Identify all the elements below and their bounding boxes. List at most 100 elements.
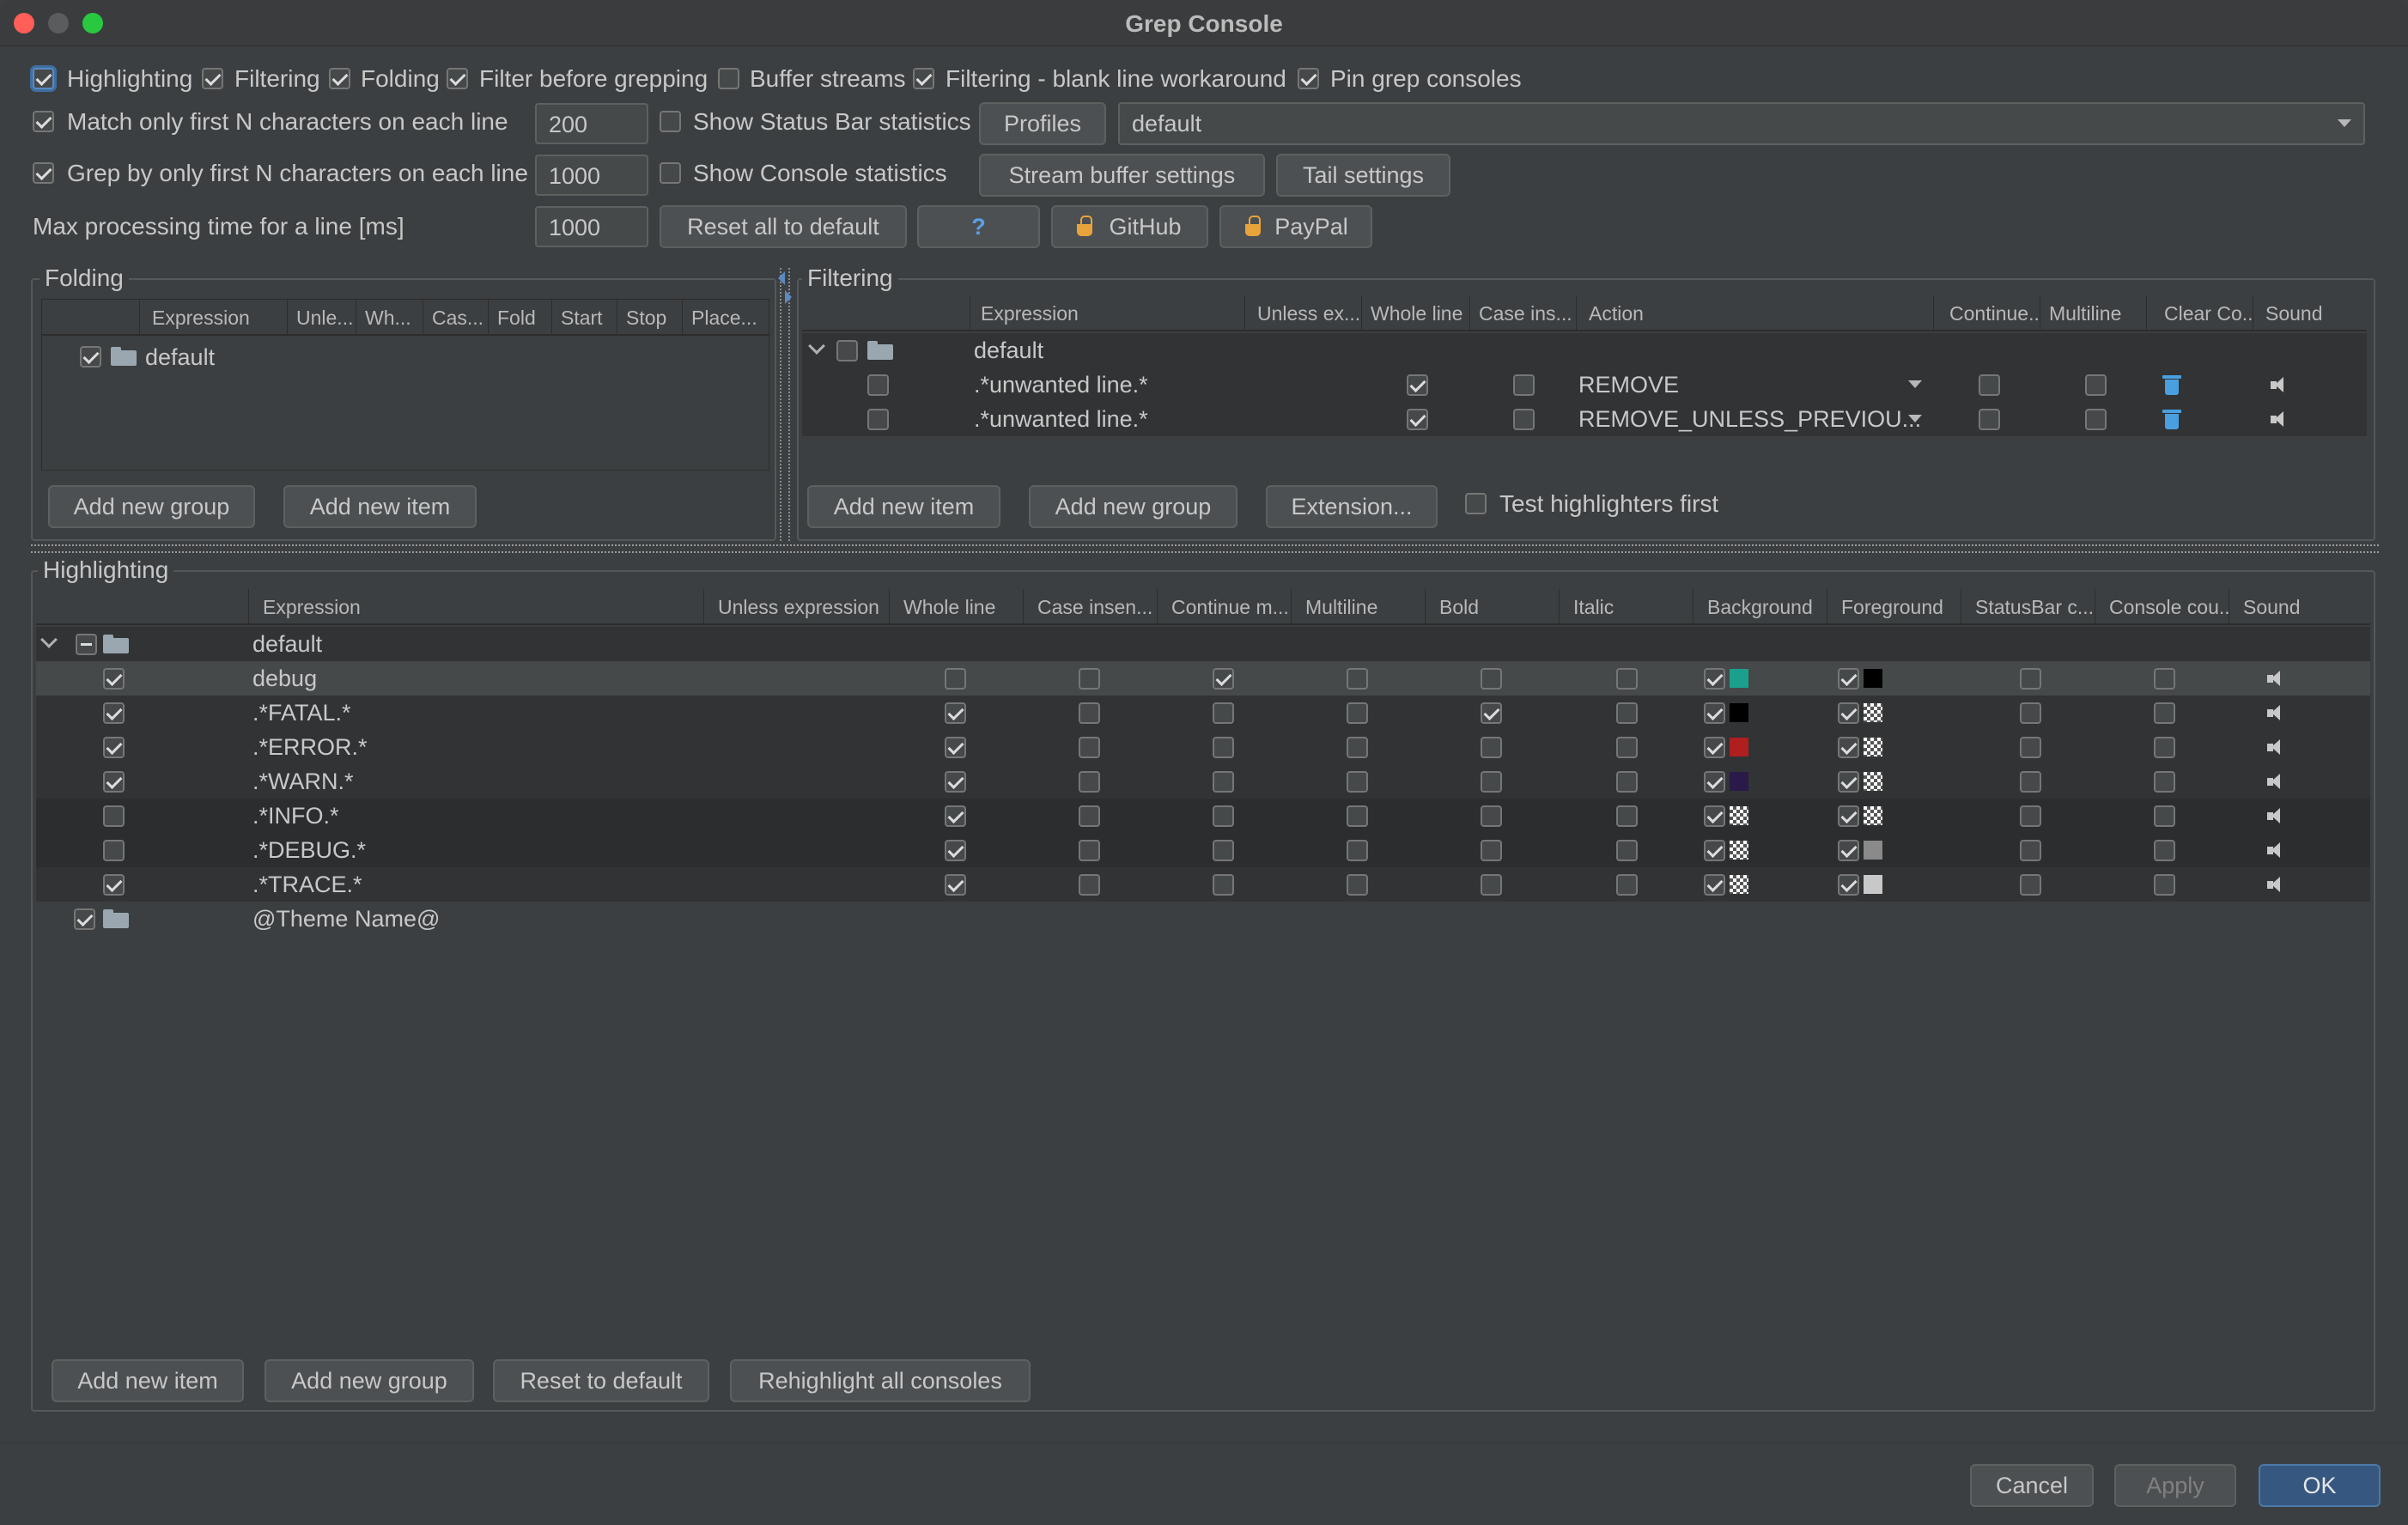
hl-row-bold-checkbox[interactable]: [1481, 702, 1502, 724]
chevron-down-icon[interactable]: [1908, 380, 1922, 388]
hl-row-case-checkbox[interactable]: [1079, 840, 1100, 861]
hl-row[interactable]: .*TRACE.*: [36, 867, 2370, 902]
filtering-checkbox[interactable]: [202, 68, 223, 89]
hl-row-console-count-checkbox[interactable]: [2154, 805, 2175, 827]
speaker-icon[interactable]: [2267, 876, 2288, 893]
hl-row-foreground-checkbox[interactable]: [1838, 668, 1859, 690]
blank-line-workaround-checkbox[interactable]: [913, 68, 934, 89]
hl-row-enabled-checkbox[interactable]: [103, 771, 125, 793]
hl-row-multiline-checkbox[interactable]: [1347, 874, 1368, 896]
hl-row-continue-checkbox[interactable]: [1213, 668, 1234, 690]
chevron-down-icon[interactable]: [40, 631, 58, 648]
highlighting-checkbox[interactable]: [33, 68, 54, 89]
hl-row-expression[interactable]: .*DEBUG.*: [252, 837, 366, 864]
hl-col-expression[interactable]: Expression: [249, 589, 704, 625]
hl-row-foreground-checkbox[interactable]: [1838, 771, 1859, 793]
buffer-streams-checkbox[interactable]: [718, 68, 739, 89]
folding-col-stop[interactable]: Stop: [617, 300, 683, 336]
trash-icon[interactable]: [2162, 408, 2181, 430]
filtering-group-checkbox[interactable]: [836, 340, 858, 362]
tail-settings-button[interactable]: Tail settings: [1276, 154, 1450, 197]
hl-row-statusbar-checkbox[interactable]: [2020, 702, 2041, 724]
test-highlighters-first-checkbox[interactable]: [1465, 493, 1487, 514]
hl-row-italic-checkbox[interactable]: [1616, 874, 1638, 896]
hl-row-whole-checkbox[interactable]: [945, 771, 966, 793]
max-processing-input[interactable]: 1000: [535, 206, 648, 247]
hl-row-bold-checkbox[interactable]: [1481, 874, 1502, 896]
hl-add-group-button[interactable]: Add new group: [265, 1359, 474, 1402]
filtering-row-whole-checkbox[interactable]: [1407, 374, 1428, 396]
match-first-n-input[interactable]: 200: [535, 103, 648, 144]
hl-row-multiline-checkbox[interactable]: [1347, 805, 1368, 827]
speaker-icon[interactable]: [2271, 410, 2291, 428]
hl-row-italic-checkbox[interactable]: [1616, 805, 1638, 827]
speaker-icon[interactable]: [2267, 704, 2288, 721]
filtering-add-item-button[interactable]: Add new item: [807, 485, 1000, 528]
match-first-n-checkbox[interactable]: [33, 111, 54, 132]
hl-col-multiline[interactable]: Multiline: [1292, 589, 1426, 625]
hl-row-console-count-checkbox[interactable]: [2154, 668, 2175, 690]
hl-row-console-count-checkbox[interactable]: [2154, 702, 2175, 724]
filtering-row-0[interactable]: .*unwanted line.* REMOVE: [802, 368, 2367, 402]
filtering-col-case[interactable]: Case ins...: [1470, 295, 1577, 331]
hl-row-enabled-checkbox[interactable]: [103, 840, 125, 861]
foreground-color-swatch[interactable]: [1864, 841, 1882, 860]
hl-row-bold-checkbox[interactable]: [1481, 840, 1502, 861]
speaker-icon[interactable]: [2267, 841, 2288, 859]
filtering-row-case-checkbox[interactable]: [1513, 409, 1535, 430]
filtering-row-enabled-checkbox[interactable]: [867, 374, 889, 396]
show-status-bar-checkbox[interactable]: [660, 111, 681, 132]
hl-row-bold-checkbox[interactable]: [1481, 668, 1502, 690]
filtering-col-unless[interactable]: Unless ex...: [1245, 295, 1362, 331]
hl-row-statusbar-checkbox[interactable]: [2020, 805, 2041, 827]
filtering-row-whole-checkbox[interactable]: [1407, 409, 1428, 430]
hl-row-case-checkbox[interactable]: [1079, 702, 1100, 724]
hl-row-expression[interactable]: .*TRACE.*: [252, 872, 362, 898]
filtering-col-whole[interactable]: Whole line: [1362, 295, 1470, 331]
hl-row-console-count-checkbox[interactable]: [2154, 771, 2175, 793]
hl-col-whole[interactable]: Whole line: [890, 589, 1024, 625]
filtering-col-expression[interactable]: Expression: [970, 295, 1245, 331]
hl-row-enabled-checkbox[interactable]: [103, 737, 125, 758]
hl-row-foreground-checkbox[interactable]: [1838, 840, 1859, 861]
folding-col-start[interactable]: Start: [552, 300, 617, 336]
hl-row-multiline-checkbox[interactable]: [1347, 771, 1368, 793]
hl-row-statusbar-checkbox[interactable]: [2020, 668, 2041, 690]
hl-row-whole-checkbox[interactable]: [945, 737, 966, 758]
hl-reset-button[interactable]: Reset to default: [493, 1359, 709, 1402]
hl-row-continue-checkbox[interactable]: [1213, 840, 1234, 861]
filtering-row-action[interactable]: REMOVE_UNLESS_PREVIOU...: [1578, 406, 1921, 433]
github-button[interactable]: GitHub: [1051, 205, 1208, 248]
panel-splitter-horizontal[interactable]: [31, 544, 2379, 553]
hl-row-enabled-checkbox[interactable]: [103, 668, 125, 690]
hl-row-multiline-checkbox[interactable]: [1347, 668, 1368, 690]
hl-row-continue-checkbox[interactable]: [1213, 737, 1234, 758]
hl-col-background[interactable]: Background: [1694, 589, 1827, 625]
hl-row-case-checkbox[interactable]: [1079, 874, 1100, 896]
foreground-color-swatch[interactable]: [1864, 738, 1882, 756]
filtering-col-multiline[interactable]: Multiline: [2040, 295, 2147, 331]
pin-grep-consoles-checkbox[interactable]: [1298, 68, 1319, 89]
hl-row-multiline-checkbox[interactable]: [1347, 702, 1368, 724]
hl-row[interactable]: .*INFO.*: [36, 799, 2370, 833]
hl-row-bold-checkbox[interactable]: [1481, 805, 1502, 827]
chevron-down-icon[interactable]: [808, 337, 825, 355]
speaker-icon[interactable]: [2267, 773, 2288, 790]
hl-group-row[interactable]: default: [36, 627, 2370, 661]
hl-row-foreground-checkbox[interactable]: [1838, 874, 1859, 896]
panel-splitter-vertical[interactable]: [780, 268, 790, 541]
reset-all-button[interactable]: Reset all to default: [660, 205, 907, 248]
hl-col-continue[interactable]: Continue m...: [1158, 589, 1292, 625]
hl-row-background-checkbox[interactable]: [1704, 840, 1725, 861]
filtering-row-expression[interactable]: .*unwanted line.*: [974, 406, 1148, 433]
hl-row-whole-checkbox[interactable]: [945, 668, 966, 690]
filtering-row-expression[interactable]: .*unwanted line.*: [974, 372, 1148, 398]
hl-row-background-checkbox[interactable]: [1704, 874, 1725, 896]
show-console-stats-checkbox[interactable]: [660, 162, 681, 184]
hl-row-background-checkbox[interactable]: [1704, 702, 1725, 724]
hl-row-background-checkbox[interactable]: [1704, 737, 1725, 758]
hl-row-case-checkbox[interactable]: [1079, 737, 1100, 758]
hl-row[interactable]: debug: [36, 661, 2370, 696]
extension-button[interactable]: Extension...: [1266, 485, 1438, 528]
hl-col-statusbar[interactable]: StatusBar c...: [1961, 589, 2095, 625]
